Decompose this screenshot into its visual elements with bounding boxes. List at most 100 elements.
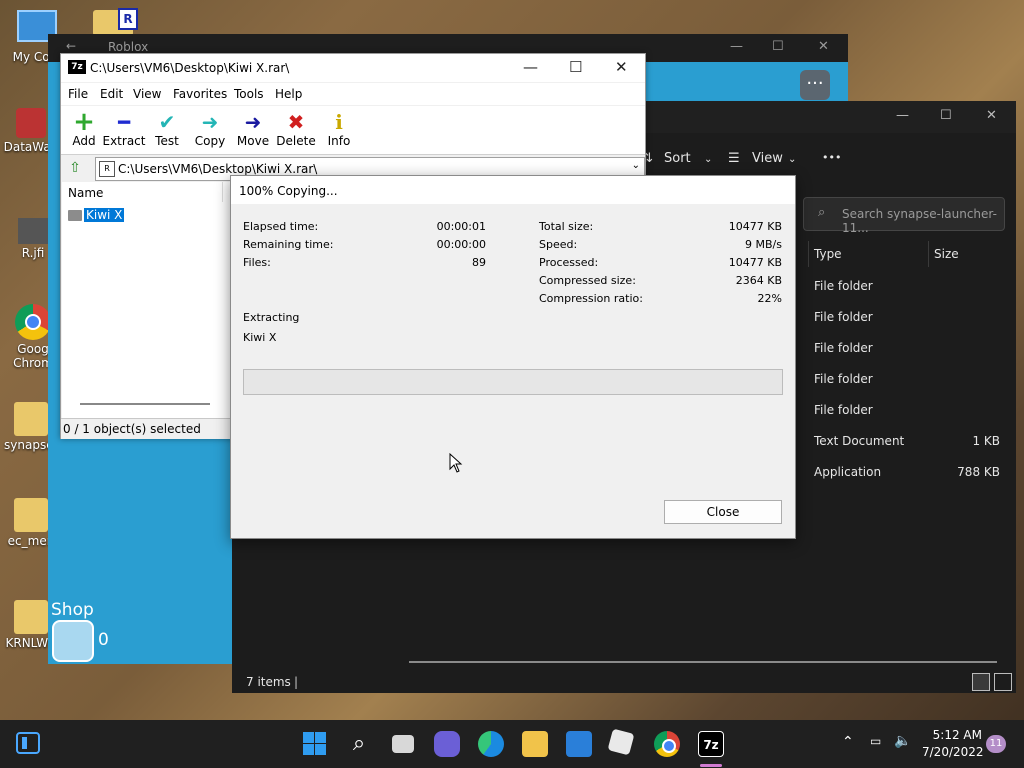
elapsed-time-value: 00:00:01: [436, 220, 486, 233]
column-header-size[interactable]: Size: [934, 247, 959, 261]
tiles-view-icon[interactable]: [994, 673, 1012, 691]
compression-ratio-value: 22%: [757, 292, 782, 305]
delete-x-icon: ✖: [287, 110, 305, 134]
clock-date[interactable]: 7/20/2022: [922, 745, 984, 759]
sevenzip-taskbar-icon[interactable]: 7z: [698, 731, 724, 757]
list-item[interactable]: Kiwi X: [68, 208, 125, 224]
table-row[interactable]: Application 788 KB: [814, 465, 1004, 485]
network-icon[interactable]: ▭: [870, 734, 881, 748]
roblox-icon[interactable]: [607, 728, 635, 756]
copy-button[interactable]: ➜ Copy: [187, 110, 233, 148]
shop-label[interactable]: Shop: [51, 600, 94, 620]
close-button[interactable]: Close: [664, 500, 782, 524]
horizontal-scrollbar[interactable]: [80, 403, 210, 405]
roblox-title: Roblox: [108, 40, 149, 54]
store-icon[interactable]: [566, 731, 592, 757]
clock-time[interactable]: 5:12 AM: [930, 728, 982, 742]
chrome-icon: [15, 304, 51, 340]
table-row[interactable]: File folder: [814, 341, 1004, 361]
minimize-icon[interactable]: —: [523, 58, 538, 76]
check-icon: ✔: [158, 110, 176, 134]
chevron-down-icon[interactable]: ⌄: [632, 160, 640, 171]
move-button[interactable]: ➜ Move: [230, 110, 276, 148]
up-folder-icon[interactable]: ⇧: [65, 158, 85, 178]
sevenzip-title: C:\Users\VM6\Desktop\Kiwi X.rar\: [90, 61, 290, 75]
image-file-icon: [18, 218, 48, 244]
table-row[interactable]: Text Document 1 KB: [814, 434, 1004, 454]
copying-dialog[interactable]: 100% Copying... Elapsed time: 00:00:01 R…: [230, 175, 796, 539]
details-view-icon[interactable]: [972, 673, 990, 691]
copy-arrow-icon: ➜: [201, 110, 219, 134]
search-icon[interactable]: ⌕: [346, 731, 372, 757]
minus-icon: ━: [117, 110, 131, 134]
operation-label: Extracting: [243, 311, 300, 324]
mouse-cursor-icon: [449, 453, 463, 473]
files-label: Files:: [243, 256, 271, 269]
horizontal-scrollbar[interactable]: [409, 661, 997, 663]
sevenzip-titlebar[interactable]: 7z C:\Users\VM6\Desktop\Kiwi X.rar\ — ☐ …: [61, 54, 645, 82]
task-view-icon[interactable]: [16, 732, 40, 754]
minimize-icon[interactable]: —: [896, 108, 909, 123]
delete-button[interactable]: ✖ Delete: [273, 110, 319, 148]
notification-badge[interactable]: 11: [986, 735, 1006, 753]
file-list[interactable]: Name Kiwi X: [62, 182, 230, 418]
task-switcher-icon[interactable]: [392, 735, 414, 753]
back-arrow-icon[interactable]: ←: [66, 39, 76, 53]
robux-icon[interactable]: [52, 620, 94, 662]
menu-file[interactable]: File: [68, 87, 88, 101]
volume-icon[interactable]: 🔈: [894, 733, 911, 749]
table-row[interactable]: File folder: [814, 403, 1004, 423]
minimize-icon[interactable]: —: [730, 39, 743, 54]
maximize-icon[interactable]: ☐: [772, 39, 784, 54]
menu-favorites[interactable]: Favorites: [173, 87, 227, 101]
rar-file-icon: R: [99, 161, 115, 177]
edge-icon[interactable]: [478, 731, 504, 757]
file-explorer-icon[interactable]: [522, 731, 548, 757]
close-icon[interactable]: ✕: [818, 39, 829, 54]
chevron-up-icon[interactable]: ⌃: [842, 734, 854, 750]
dialog-titlebar[interactable]: 100% Copying...: [231, 176, 795, 204]
folder-icon: [14, 600, 48, 634]
address-text: C:\Users\VM6\Desktop\Kiwi X.rar\: [118, 162, 318, 176]
menu-tools[interactable]: Tools: [234, 87, 264, 101]
view-icon[interactable]: ☰: [728, 151, 740, 166]
info-button[interactable]: i Info: [316, 110, 362, 148]
compression-ratio-label: Compression ratio:: [539, 292, 643, 305]
items-count: 7 items: [246, 675, 291, 689]
processed-value: 10477 KB: [728, 256, 782, 269]
close-icon[interactable]: ✕: [615, 58, 628, 76]
table-row[interactable]: File folder: [814, 372, 1004, 392]
search-icon: ⌕: [818, 205, 826, 220]
chrome-icon[interactable]: [654, 731, 680, 757]
table-row[interactable]: File folder: [814, 279, 1004, 299]
elapsed-time-label: Elapsed time:: [243, 220, 319, 233]
more-options-icon[interactable]: •••: [822, 151, 841, 164]
sevenzip-logo-icon: 7z: [68, 60, 86, 74]
chat-app-icon[interactable]: [434, 731, 460, 757]
maximize-icon[interactable]: ☐: [940, 108, 952, 123]
windows-start-icon[interactable]: [302, 731, 328, 757]
extract-button[interactable]: ━ Extract: [101, 110, 147, 148]
table-row[interactable]: File folder: [814, 310, 1004, 330]
close-icon[interactable]: ✕: [986, 108, 997, 123]
chat-icon[interactable]: ···: [800, 70, 830, 100]
files-value: 89: [472, 256, 486, 269]
column-header-type[interactable]: Type: [814, 247, 842, 261]
menu-help[interactable]: Help: [275, 87, 302, 101]
info-icon: i: [335, 110, 343, 134]
sort-button[interactable]: Sort: [664, 151, 691, 166]
chevron-down-icon: ⌄: [788, 154, 797, 165]
speed-label: Speed:: [539, 238, 578, 251]
processed-label: Processed:: [539, 256, 599, 269]
current-item-label: Kiwi X: [243, 331, 277, 344]
menu-edit[interactable]: Edit: [100, 87, 123, 101]
view-button[interactable]: View: [752, 151, 783, 166]
test-button[interactable]: ✔ Test: [144, 110, 190, 148]
folder-icon: [14, 402, 48, 436]
folder-icon: [68, 210, 82, 221]
column-header-name[interactable]: Name: [68, 186, 103, 200]
remaining-time-value: 00:00:00: [436, 238, 486, 251]
menu-view[interactable]: View: [133, 87, 161, 101]
search-input[interactable]: ⌕ Search synapse-launcher-11...: [803, 197, 1005, 235]
maximize-icon[interactable]: ☐: [569, 58, 582, 76]
